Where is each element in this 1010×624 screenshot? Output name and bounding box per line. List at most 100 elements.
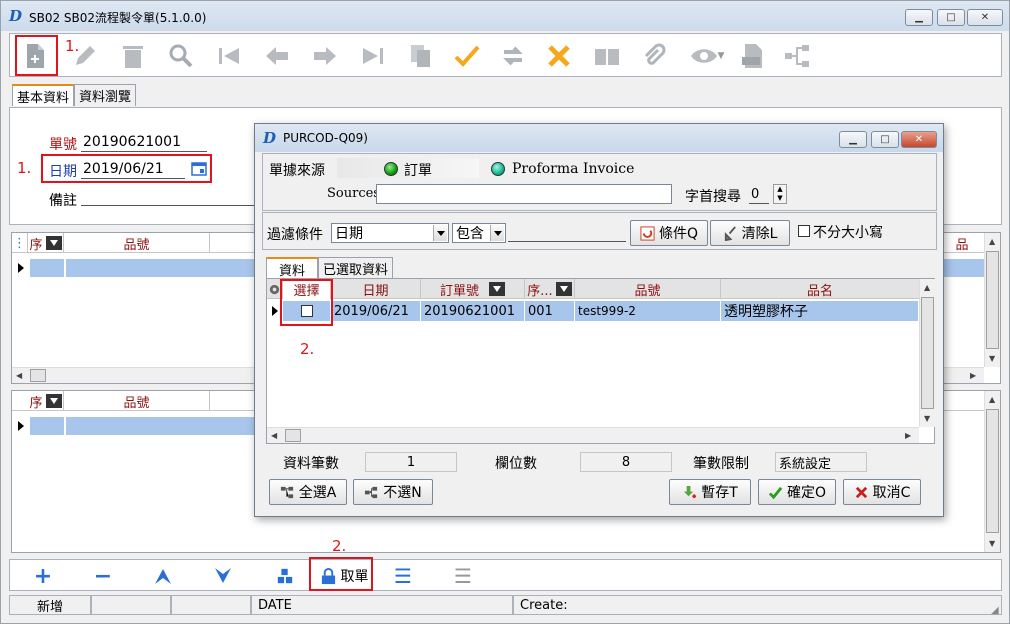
calendar-icon[interactable] xyxy=(191,160,207,176)
resize-grip-icon[interactable]: ◢ xyxy=(991,605,999,616)
sort-icon[interactable] xyxy=(45,394,62,408)
window-title: SB02 SB02流程製令單(5.1.0.0) xyxy=(29,11,207,25)
book-icon xyxy=(595,49,619,65)
condition-button[interactable]: 條件Q xyxy=(630,220,708,246)
row-indicator-icon xyxy=(18,263,24,273)
maximize-button[interactable]: □ xyxy=(937,9,965,26)
col-item[interactable]: 品號 xyxy=(64,233,210,253)
clear-button[interactable]: 清除L xyxy=(710,220,790,246)
deselect-button[interactable]: 不選N xyxy=(353,479,433,505)
add-row-button[interactable]: + xyxy=(30,564,56,589)
chevron-down-icon xyxy=(490,225,504,241)
vertical-scrollbar[interactable]: ▲ ▼ xyxy=(919,279,935,427)
flowchart-icon xyxy=(785,45,809,67)
cancel-edit-button[interactable] xyxy=(542,40,576,72)
prefix-spinner[interactable]: ▲ ▼ xyxy=(773,184,787,204)
xls-icon xyxy=(742,44,762,68)
radio-order[interactable] xyxy=(384,162,398,176)
sort-icon[interactable] xyxy=(45,236,62,250)
table-row[interactable] xyxy=(30,417,64,435)
app-logo-icon: D xyxy=(9,7,23,25)
table-row[interactable] xyxy=(66,417,256,435)
copy-button[interactable] xyxy=(404,40,438,72)
last-record-button[interactable] xyxy=(356,40,390,72)
col-order-no: 訂單號 xyxy=(439,283,479,299)
dialog-close-button[interactable]: ✕ xyxy=(901,131,937,148)
tab-basic-info[interactable]: 基本資料 xyxy=(12,84,75,106)
table-row[interactable] xyxy=(942,259,984,277)
col-item-name[interactable]: 品名 xyxy=(721,279,919,299)
select-all-button[interactable]: 全選A xyxy=(269,479,347,505)
flow-button[interactable] xyxy=(780,40,814,72)
close-button[interactable]: ✕ xyxy=(967,9,1003,26)
tree-icon xyxy=(280,486,293,498)
paperclip-icon xyxy=(644,43,666,65)
tab-selected[interactable]: 已選取資料 xyxy=(318,257,394,279)
confirm-button[interactable] xyxy=(450,40,484,72)
radio-proforma[interactable] xyxy=(491,162,505,176)
filter-panel: 過濾條件 日期 包含 條件Q 清除L 不分大小寫 xyxy=(262,212,937,250)
field-count-value: 8 xyxy=(580,452,672,472)
remove-row-button[interactable]: − xyxy=(90,564,116,589)
col-seq: 序... xyxy=(527,283,553,299)
ok-button[interactable]: 確定O xyxy=(758,479,836,505)
search-button[interactable] xyxy=(164,40,198,72)
radio-order-label: 訂單 xyxy=(404,163,432,179)
eye-icon xyxy=(690,49,717,63)
copy-icon xyxy=(411,45,430,67)
export-excel-button[interactable] xyxy=(736,40,770,72)
step2-select-marker: 2. xyxy=(300,340,315,358)
limit-value: 系統設定 xyxy=(775,452,867,472)
dialog-minimize-button[interactable]: ▁ xyxy=(839,131,867,148)
date-input[interactable]: 2019/06/21 xyxy=(83,161,164,177)
case-insensitive-checkbox[interactable] xyxy=(798,225,810,237)
book-button[interactable] xyxy=(590,40,624,72)
row-select-icon: ⋮ xyxy=(12,233,28,253)
col-right-partial[interactable]: 品 xyxy=(940,233,984,253)
status-mode: 新增 xyxy=(9,595,91,615)
filter-field-select[interactable]: 日期 xyxy=(331,223,449,243)
sort-icon[interactable] xyxy=(555,282,572,296)
col-item[interactable]: 品號 xyxy=(575,279,721,299)
tab-browse[interactable]: 資料瀏覽 xyxy=(74,84,137,106)
table-row[interactable]: 2019/06/21 20190621001 001 test999-2 透明塑… xyxy=(283,301,919,321)
prefix-search-input[interactable]: 0 xyxy=(751,187,759,202)
stack-button[interactable] xyxy=(272,564,298,588)
first-record-button[interactable] xyxy=(212,40,246,72)
remark-input[interactable] xyxy=(81,205,257,206)
prev-record-button[interactable] xyxy=(260,40,294,72)
minimize-button[interactable]: ▁ xyxy=(905,9,933,26)
move-up-button[interactable] xyxy=(150,564,176,588)
tab-data[interactable]: 資料 xyxy=(266,257,319,279)
list-icon: ☰ xyxy=(394,564,412,588)
dialog-maximize-button[interactable]: □ xyxy=(871,131,899,148)
search-icon xyxy=(169,44,193,68)
sources-input[interactable] xyxy=(376,184,672,204)
horizontal-scrollbar[interactable]: ◀ ▶ xyxy=(267,427,919,443)
table-row[interactable] xyxy=(66,259,256,277)
view-button[interactable]: ▼ xyxy=(684,40,730,72)
vertical-scrollbar[interactable]: ▲ ▼ xyxy=(984,391,1000,552)
col-item[interactable]: 品號 xyxy=(64,391,210,411)
status-field: DATE xyxy=(251,595,513,615)
doc-no-value[interactable]: 20190621001 xyxy=(83,134,181,150)
move-down-button[interactable] xyxy=(210,564,236,588)
highlight-new-button xyxy=(15,35,58,76)
filter-value-input[interactable] xyxy=(508,241,626,242)
table-row[interactable] xyxy=(30,259,64,277)
broom-icon xyxy=(724,225,736,241)
list-button[interactable]: ☰ xyxy=(390,564,416,588)
list-disabled-button[interactable]: ☰ xyxy=(450,564,476,588)
vertical-scrollbar[interactable]: ▲ ▼ xyxy=(984,233,1000,367)
filter-op-select[interactable]: 包含 xyxy=(452,223,506,243)
refresh-button[interactable] xyxy=(496,40,530,72)
sort-icon[interactable] xyxy=(489,282,505,296)
attach-button[interactable] xyxy=(636,40,670,72)
case-insensitive-label: 不分大小寫 xyxy=(813,225,883,241)
cancel-button[interactable]: 取消C xyxy=(843,479,921,505)
delete-button[interactable] xyxy=(116,40,150,72)
hold-button[interactable]: 暫存T xyxy=(669,479,751,505)
col-date[interactable]: 日期 xyxy=(331,279,421,299)
next-record-button[interactable] xyxy=(308,40,342,72)
dialog-title: PURCOD-Q09) xyxy=(283,131,368,145)
